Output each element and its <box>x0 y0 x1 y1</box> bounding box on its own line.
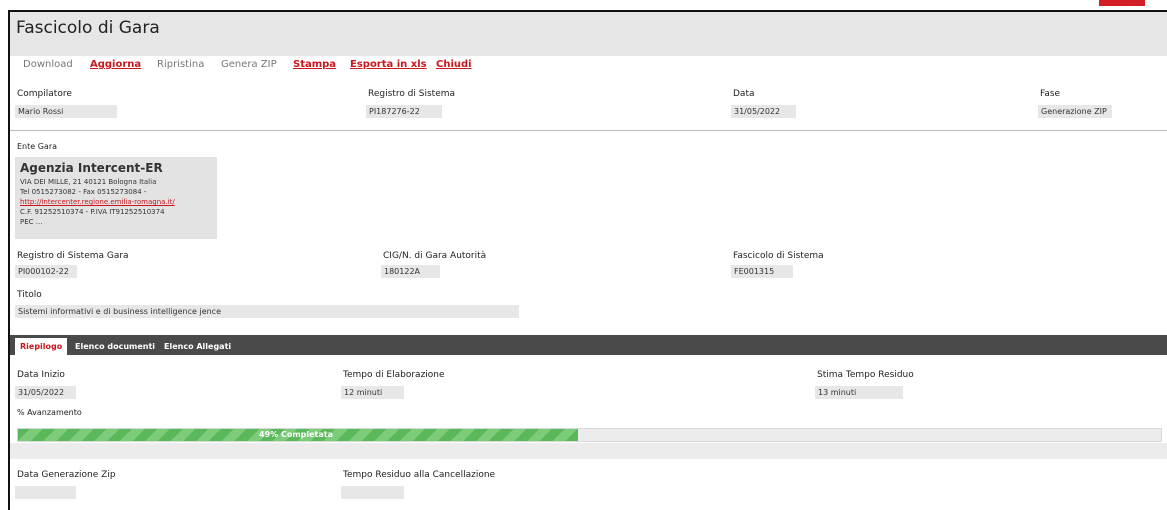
tab-elenco-documenti[interactable]: Elenco documenti <box>70 338 160 355</box>
titolo-label: Titolo <box>17 290 42 300</box>
page-title: Fascicolo di Gara <box>16 18 160 38</box>
registro-gara-field: PI000102-22 <box>15 265 77 278</box>
ente-website-link[interactable]: http://intercenter.regione.emilia-romagn… <box>20 198 175 206</box>
fase-field: Generazione ZIP <box>1038 105 1112 118</box>
ente-name: Agenzia Intercent-ER <box>20 161 163 175</box>
aggiorna-button[interactable]: Aggiorna <box>90 59 141 70</box>
ente-gara-label: Ente Gara <box>17 142 58 151</box>
tab-bar: Riepilogo Elenco documenti Elenco Allega… <box>10 335 1167 355</box>
progress-bar-background <box>10 443 1167 459</box>
progress-bar: 49% Completata <box>17 428 1162 442</box>
data-label: Data <box>733 89 755 99</box>
compilatore-label: Compilatore <box>17 89 72 99</box>
stampa-button[interactable]: Stampa <box>293 59 336 70</box>
ente-gara-card: Agenzia Intercent-ER VIA DEI MILLE, 21 4… <box>15 157 217 239</box>
ente-fiscal: C.F. 91252510374 - P.IVA IT91252510374 <box>20 208 165 216</box>
esporta-xls-button[interactable]: Esporta in xls <box>350 59 427 70</box>
chiudi-button[interactable]: Chiudi <box>436 59 472 70</box>
tempo-cancellazione-label: Tempo Residuo alla Cancellazione <box>343 470 496 480</box>
cig-label: CIG/N. di Gara Autorità <box>383 251 487 261</box>
top-red-mark <box>1099 0 1145 6</box>
avanzamento-label: % Avanzamento <box>17 408 82 417</box>
stima-residuo-field: 13 minuti <box>815 386 903 399</box>
fascicolo-field: FE001315 <box>731 265 793 278</box>
toolbar: Download Aggiorna Ripristina Genera ZIP … <box>10 56 1167 76</box>
registro-sistema-field: PI187276-22 <box>366 105 442 118</box>
titolo-field: Sistemi informativi e di business intell… <box>15 305 519 318</box>
data-generazione-field <box>15 486 76 499</box>
ente-address: VIA DEI MILLE, 21 40121 Bologna Italia <box>20 178 157 186</box>
data-field: 31/05/2022 <box>731 105 796 118</box>
registro-sistema-label: Registro di Sistema <box>368 89 456 99</box>
genera-zip-button[interactable]: Genera ZIP <box>221 59 277 70</box>
data-inizio-label: Data Inizio <box>17 370 65 380</box>
stima-residuo-label: Stima Tempo Residuo <box>817 370 914 380</box>
compilatore-field: Mario Rossi <box>15 105 117 118</box>
page-header: Fascicolo di Gara <box>10 12 1167 56</box>
tempo-cancellazione-field <box>341 486 404 499</box>
cig-field: 180122A <box>381 265 440 278</box>
registro-gara-label: Registro di Sistema Gara <box>17 251 129 261</box>
tempo-elaborazione-label: Tempo di Elaborazione <box>343 370 445 380</box>
ente-pec: PEC ... <box>20 218 43 226</box>
fascicolo-label: Fascicolo di Sistema <box>733 251 824 261</box>
ripristina-button[interactable]: Ripristina <box>157 59 204 70</box>
tab-riepilogo[interactable]: Riepilogo <box>15 338 68 355</box>
tab-elenco-allegati[interactable]: Elenco Allegati <box>159 338 236 355</box>
ente-tel: Tel 0515273082 - Fax 0515273084 - <box>20 188 147 196</box>
data-generazione-label: Data Generazione Zip <box>17 470 116 480</box>
section-divider <box>10 130 1167 131</box>
data-inizio-field: 31/05/2022 <box>15 386 76 399</box>
fase-label: Fase <box>1040 89 1061 99</box>
download-button[interactable]: Download <box>23 59 73 70</box>
progress-label: 49% Completata <box>259 430 333 439</box>
tempo-elaborazione-field: 12 minuti <box>341 386 404 399</box>
